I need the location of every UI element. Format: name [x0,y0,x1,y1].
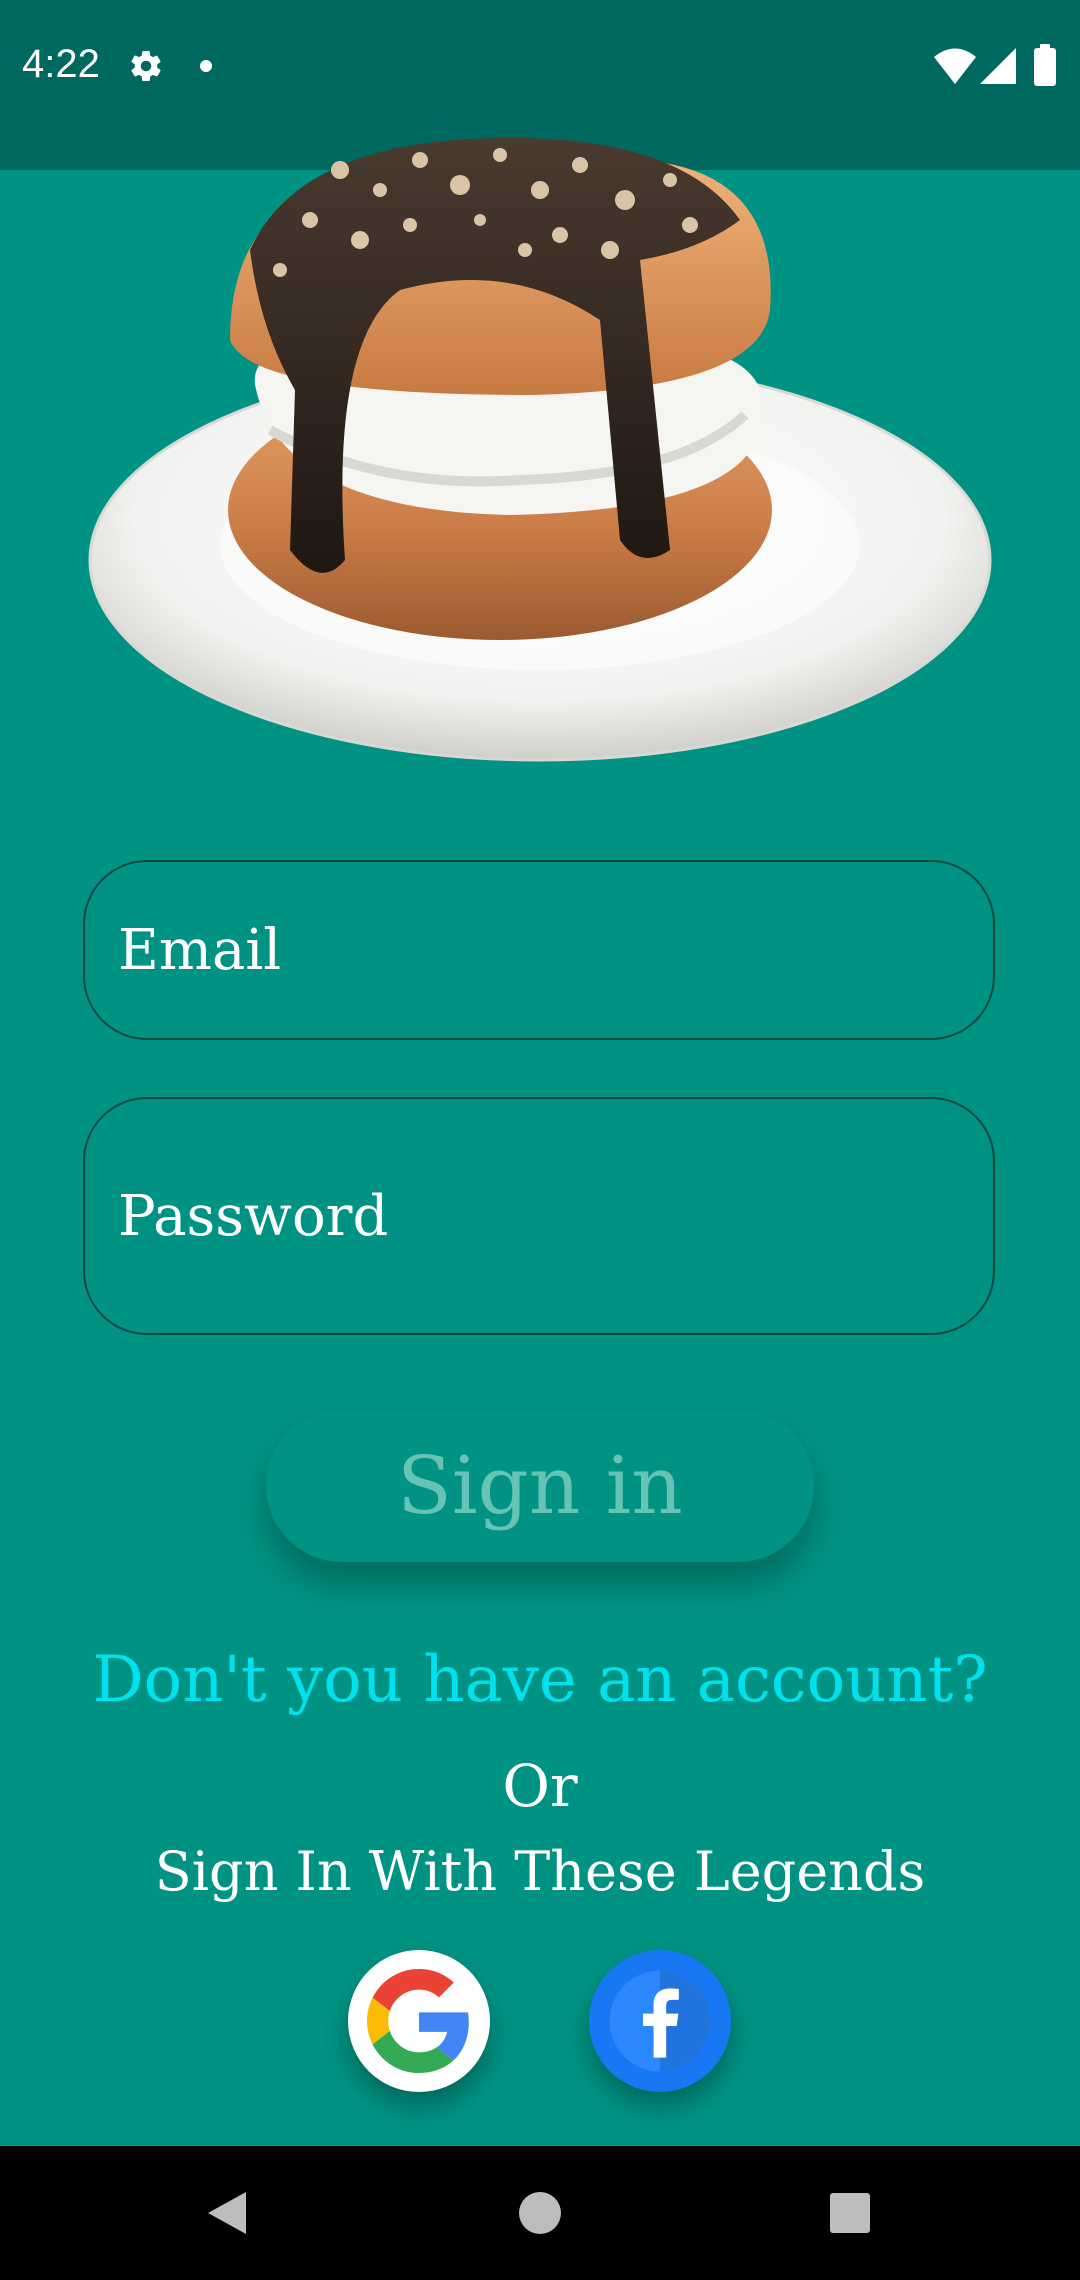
notification-dot-icon [200,60,212,72]
google-sign-in-button[interactable] [348,1950,490,2092]
email-field[interactable] [83,860,995,1040]
social-sign-in-heading: Sign In With These Legends [154,1840,926,1903]
facebook-icon [609,1970,711,2072]
cellular-signal-icon [980,48,1016,84]
navigation-bar [0,2146,1080,2280]
password-field[interactable] [83,1097,995,1335]
facebook-sign-in-button[interactable] [589,1950,731,2092]
hero-image [88,137,992,762]
register-link[interactable]: Don't you have an account? [0,1640,1080,1720]
wifi-icon [934,48,976,84]
back-icon[interactable] [190,2176,264,2250]
or-divider-text: Or [502,1752,578,1820]
home-icon[interactable] [503,2176,577,2250]
gear-icon [131,51,161,81]
google-icon [367,1969,469,2073]
battery-icon [1034,44,1056,86]
sign-in-button[interactable]: Sign in [266,1410,814,1562]
recents-icon[interactable] [813,2176,887,2250]
status-time: 4:22 [22,42,100,86]
